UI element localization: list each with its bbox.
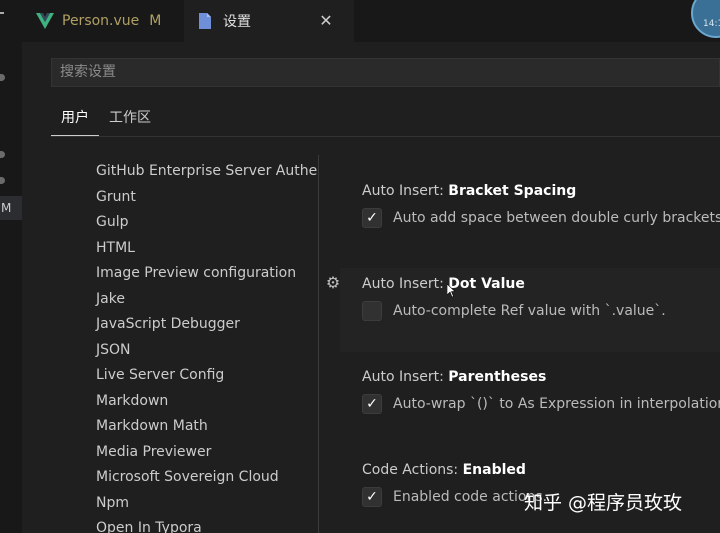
toc-item[interactable]: Media Previewer (96, 442, 211, 462)
settings-search-input[interactable]: 搜索设置 (51, 58, 720, 87)
settings-scope-tabs: 用户 工作区 (51, 104, 161, 136)
editor-tab-strip: Person.vue M 设置 ✕ 14:17 (22, 0, 720, 42)
modified-badge[interactable]: M (0, 196, 22, 220)
toc-item[interactable]: GitHub Enterprise Server Authe... (96, 161, 319, 181)
setting-title: Auto Insert: Parentheses (362, 369, 547, 385)
activity-indicator (0, 74, 5, 81)
toc-item[interactable]: Live Server Config (96, 365, 224, 385)
vue-logo-icon (36, 13, 54, 29)
toc-item[interactable]: Image Preview configuration (96, 263, 296, 283)
divider (51, 136, 720, 137)
avatar[interactable]: 14:17 (691, 0, 720, 38)
setting-title: Code Actions: Enabled (362, 462, 526, 478)
tab-user[interactable]: 用户 (51, 104, 99, 136)
file-icon (199, 13, 211, 29)
toc-item[interactable]: Jake (96, 289, 125, 309)
toc-item[interactable]: Markdown (96, 391, 168, 411)
setting-parentheses: Auto Insert: Parentheses ✓ Auto-wrap `()… (362, 369, 720, 414)
toc-item[interactable]: JSON (96, 340, 131, 360)
setting-checkbox[interactable]: ✓ (362, 394, 382, 414)
modified-indicator: M (149, 13, 162, 29)
toc-item[interactable]: Markdown Math (96, 416, 208, 436)
activity-bar: M (0, 0, 22, 533)
setting-dot-value: Auto Insert: Dot Value Auto-complete Ref… (362, 276, 720, 321)
gear-icon[interactable]: ⚙ (324, 274, 342, 292)
setting-checkbox[interactable] (362, 301, 382, 321)
settings-table-of-contents: GitHub Enterprise Server Authe... Grunt … (51, 155, 319, 533)
setting-title: Auto Insert: Bracket Spacing (362, 183, 577, 199)
watermark: 知乎 @程序员玫玫 (524, 492, 683, 514)
setting-checkbox[interactable]: ✓ (362, 208, 382, 228)
setting-description: Auto-complete Ref value with `.value`. (393, 303, 666, 319)
toc-item[interactable]: JavaScript Debugger (96, 314, 240, 334)
tab-settings[interactable]: 设置 ✕ (184, 0, 354, 42)
setting-description: Auto add space between double curly brac… (393, 210, 720, 226)
toc-item[interactable]: Open In Typora (96, 518, 202, 533)
toc-item[interactable]: Microsoft Sovereign Cloud (96, 467, 279, 487)
tab-label: 设置 (223, 14, 251, 30)
toc-item[interactable]: Grunt (96, 187, 136, 207)
toc-item[interactable]: Gulp (96, 212, 129, 232)
activity-indicator (0, 151, 5, 158)
setting-checkbox[interactable]: ✓ (362, 487, 382, 507)
activity-bar-divider (0, 12, 4, 14)
tab-person-vue[interactable]: Person.vue M (22, 0, 184, 42)
tab-workspace[interactable]: 工作区 (99, 104, 161, 136)
sash-divider[interactable] (318, 155, 319, 533)
close-icon[interactable]: ✕ (316, 11, 336, 31)
toc-item[interactable]: HTML (96, 238, 135, 258)
tab-label: Person.vue (62, 13, 140, 29)
activity-indicator (0, 177, 5, 184)
toc-item[interactable]: Npm (96, 493, 129, 513)
setting-title: Auto Insert: Dot Value (362, 276, 525, 292)
mouse-cursor-icon (447, 284, 455, 298)
setting-bracket-spacing: Auto Insert: Bracket Spacing ✓ Auto add … (362, 183, 720, 228)
setting-description: Auto-wrap `()` to As Expression in inter… (393, 396, 720, 412)
